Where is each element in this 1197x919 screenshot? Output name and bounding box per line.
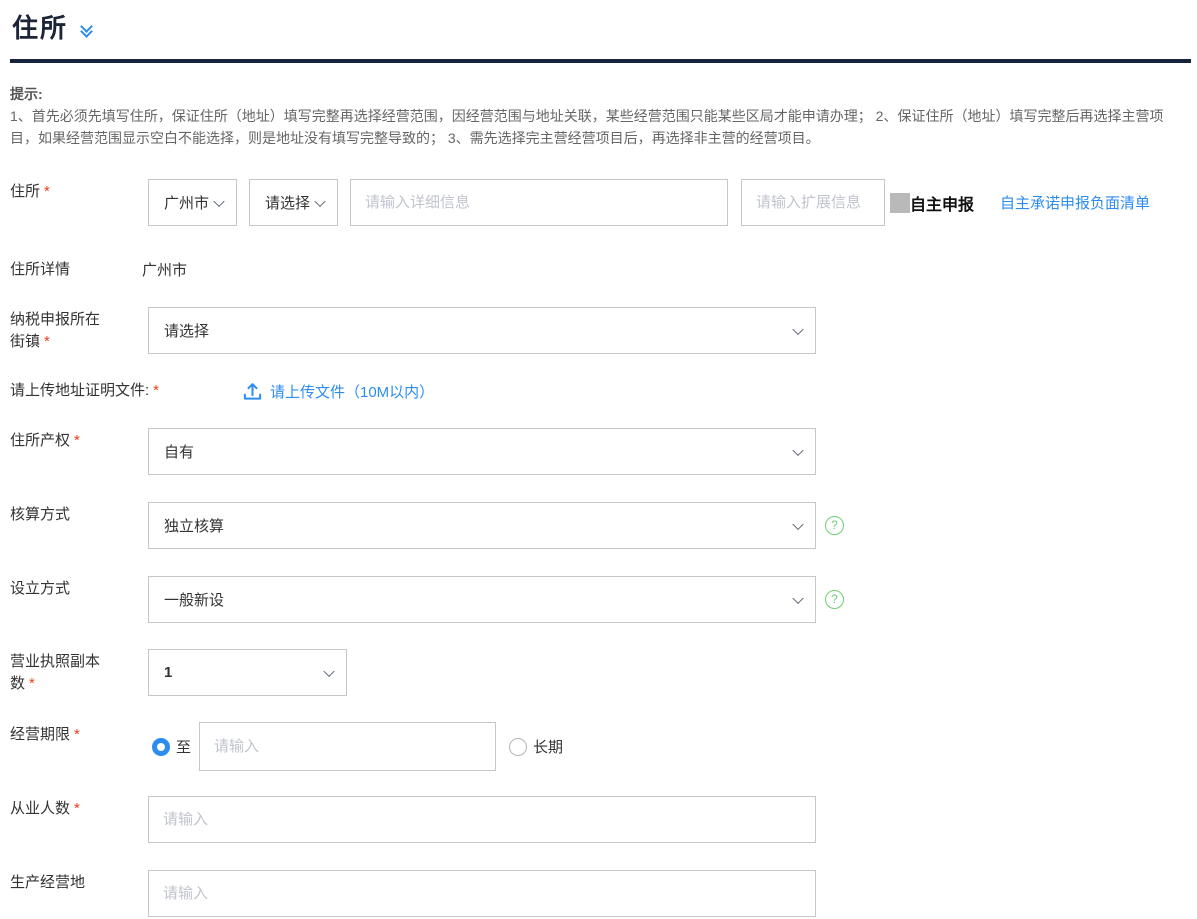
- self-declaration-label: 自主申报: [910, 191, 974, 215]
- production-site-input-wrap: [148, 870, 816, 917]
- establishment-method-select[interactable]: 一般新设: [148, 576, 816, 623]
- row-property-right: 住所产权* 自有: [10, 428, 1187, 475]
- row-upload-proof: 请上传地址证明文件:* 请上传文件（10M以内）: [10, 380, 1187, 402]
- term-longterm-radio[interactable]: [509, 738, 527, 756]
- required-mark: *: [29, 675, 35, 692]
- district-select[interactable]: 请选择: [249, 179, 338, 226]
- accounting-method-select[interactable]: 独立核算: [148, 502, 816, 549]
- row-business-term: 经营期限* 至 长期: [10, 722, 1187, 771]
- term-longterm-label: 长期: [533, 736, 563, 757]
- required-mark: *: [44, 333, 50, 350]
- chevron-down-icon: [213, 195, 224, 206]
- chevron-down-icon: [323, 665, 334, 676]
- required-mark: *: [74, 432, 80, 449]
- required-mark: *: [44, 183, 50, 200]
- section-header: 住所: [10, 8, 1187, 45]
- row-tax-street: 纳税申报所在街镇* 请选择: [10, 307, 1187, 354]
- chevron-down-icon: [792, 323, 803, 334]
- row-address-detail: 住所详情 广州市: [10, 257, 1187, 281]
- address-detail-input-wrap: [350, 179, 728, 226]
- employees-input[interactable]: [149, 797, 815, 842]
- required-mark: *: [74, 800, 80, 817]
- double-chevron-down-icon[interactable]: [82, 22, 91, 36]
- production-site-label: 生产经营地: [10, 870, 148, 894]
- row-production-site: 生产经营地: [10, 870, 1187, 917]
- row-address: 住所* 广州市 请选择 自主申报: [10, 179, 1187, 226]
- chevron-down-icon: [792, 444, 803, 455]
- help-icon[interactable]: ?: [825, 516, 844, 535]
- term-date-input-wrap: [199, 722, 496, 771]
- upload-proof-label: 请上传地址证明文件:*: [10, 380, 243, 402]
- required-mark: *: [153, 382, 159, 399]
- term-date-input[interactable]: [200, 723, 495, 770]
- row-establishment-method: 设立方式 一般新设 ?: [10, 576, 1187, 623]
- production-site-input[interactable]: [149, 871, 815, 916]
- address-section: 住所 提示: 1、首先必须先填写住所，保证住所（地址）填写完整再选择经营范围，因…: [0, 0, 1197, 917]
- address-form: 住所* 广州市 请选择 自主申报: [10, 179, 1187, 917]
- establishment-method-label: 设立方式: [10, 576, 148, 600]
- upload-file-button[interactable]: 请上传文件（10M以内）: [243, 381, 434, 402]
- employees-input-wrap: [148, 796, 816, 843]
- tax-street-label: 纳税申报所在街镇*: [10, 307, 148, 353]
- row-accounting-method: 核算方式 独立核算 ?: [10, 502, 1187, 549]
- self-declaration-checkbox[interactable]: [890, 193, 910, 213]
- section-title: 住所: [12, 8, 68, 45]
- address-extension-input-wrap: [741, 179, 885, 226]
- term-until-label: 至: [176, 736, 191, 757]
- chevron-down-icon: [792, 518, 803, 529]
- address-detail-value: 广州市: [142, 257, 187, 280]
- license-copies-select[interactable]: 1: [148, 649, 347, 696]
- help-icon[interactable]: ?: [825, 590, 844, 609]
- tips-block: 提示: 1、首先必须先填写住所，保证住所（地址）填写完整再选择经营范围，因经营范…: [10, 83, 1187, 149]
- row-license-copies: 营业执照副本数* 1: [10, 649, 1187, 696]
- address-detail-input[interactable]: [351, 180, 727, 225]
- tax-street-select[interactable]: 请选择: [148, 307, 816, 354]
- negative-list-link[interactable]: 自主承诺申报负面清单: [1000, 192, 1150, 213]
- upload-icon: [243, 382, 262, 401]
- license-copies-label: 营业执照副本数*: [10, 649, 148, 695]
- accounting-method-label: 核算方式: [10, 502, 148, 526]
- tips-heading: 提示:: [10, 83, 1187, 105]
- employees-label: 从业人数*: [10, 796, 148, 820]
- city-select[interactable]: 广州市: [148, 179, 237, 226]
- section-divider: [10, 59, 1191, 63]
- property-right-label: 住所产权*: [10, 428, 148, 452]
- business-term-label: 经营期限*: [10, 722, 148, 746]
- chevron-down-icon: [792, 592, 803, 603]
- property-right-select[interactable]: 自有: [148, 428, 816, 475]
- required-mark: *: [74, 726, 80, 743]
- address-detail-label: 住所详情: [10, 257, 148, 281]
- row-employees: 从业人数*: [10, 796, 1187, 843]
- term-until-radio[interactable]: [152, 738, 170, 756]
- address-label: 住所*: [10, 179, 148, 203]
- address-extension-input[interactable]: [742, 180, 884, 225]
- upload-link-text: 请上传文件（10M以内）: [270, 381, 434, 402]
- tips-body: 1、首先必须先填写住所，保证住所（地址）填写完整再选择经营范围，因经营范围与地址…: [10, 105, 1187, 149]
- chevron-down-icon: [314, 195, 325, 206]
